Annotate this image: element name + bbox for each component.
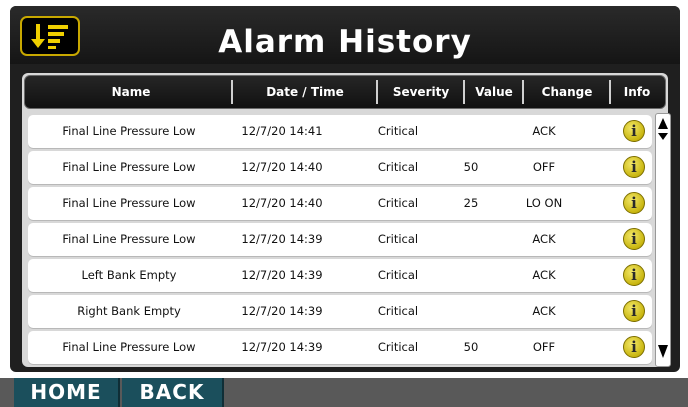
alarm-value: 50 <box>463 160 479 174</box>
sort-button[interactable] <box>20 16 80 56</box>
alarm-datetime: 12/7/20 14:39 <box>241 268 323 282</box>
table-row[interactable]: Final Line Pressure Low 12/7/20 14:39 Cr… <box>28 223 652 256</box>
alarm-change: ACK <box>532 124 556 138</box>
alarm-severity: Critical <box>377 160 419 174</box>
alarm-name: Final Line Pressure Low <box>62 124 196 138</box>
alarm-value: 25 <box>463 196 479 210</box>
column-header-name[interactable]: Name <box>29 76 233 108</box>
scroll-down-button[interactable] <box>657 340 669 362</box>
alarm-datetime: 12/7/20 14:40 <box>241 160 323 174</box>
alarm-change: ACK <box>532 268 556 282</box>
table-row[interactable]: Final Line Pressure Low 12/7/20 14:40 Cr… <box>28 187 652 220</box>
alarm-name: Right Bank Empty <box>77 304 181 318</box>
alarm-change: ACK <box>532 304 556 318</box>
sort-descending-icon <box>31 24 68 49</box>
info-icon[interactable]: i <box>623 336 645 358</box>
table-row[interactable]: Right Bank Empty 12/7/20 14:39 Critical … <box>28 295 652 328</box>
back-button[interactable]: BACK <box>122 378 224 407</box>
alarm-severity: Critical <box>377 232 419 246</box>
info-icon[interactable]: i <box>623 264 645 286</box>
info-icon[interactable]: i <box>623 300 645 322</box>
table-row[interactable]: Final Line Pressure Low 12/7/20 14:40 Cr… <box>28 151 652 184</box>
alarm-value <box>442 223 500 256</box>
alarm-severity: Critical <box>377 304 419 318</box>
table-row[interactable]: Final Line Pressure Low 12/7/20 14:41 Cr… <box>28 115 652 148</box>
column-header-change[interactable]: Change <box>524 76 610 108</box>
alarm-severity: Critical <box>377 340 419 354</box>
alarm-list[interactable]: Final Line Pressure Low 12/7/20 14:41 Cr… <box>28 113 652 369</box>
info-icon[interactable]: i <box>623 192 645 214</box>
alarm-datetime: 12/7/20 14:39 <box>241 232 323 246</box>
page-title: Alarm History <box>218 24 472 60</box>
alarm-change: OFF <box>532 340 556 354</box>
info-icon[interactable]: i <box>623 156 645 178</box>
column-header-value[interactable]: Value <box>465 76 523 108</box>
alarm-datetime: 12/7/20 14:40 <box>241 196 323 210</box>
column-header-datetime[interactable]: Date / Time <box>233 76 377 108</box>
scrollbar[interactable] <box>655 113 671 367</box>
alarm-datetime: 12/7/20 14:39 <box>241 304 323 318</box>
arrow-up-icon <box>658 118 668 140</box>
alarm-name: Final Line Pressure Low <box>62 340 196 354</box>
alarm-value <box>442 259 500 292</box>
alarm-severity: Critical <box>377 124 419 138</box>
alarm-severity: Critical <box>377 268 419 282</box>
table-row[interactable]: Left Bank Empty 12/7/20 14:39 Critical A… <box>28 259 652 292</box>
arrow-down-icon <box>658 345 668 358</box>
alarm-name: Final Line Pressure Low <box>62 232 196 246</box>
column-header-info: Info <box>623 85 651 99</box>
alarm-name: Left Bank Empty <box>81 268 177 282</box>
table-row[interactable]: Final Line Pressure Low 12/7/20 14:39 Cr… <box>28 331 652 364</box>
alarm-datetime: 12/7/20 14:39 <box>241 340 323 354</box>
alarm-change: LO ON <box>525 196 563 210</box>
alarm-name: Final Line Pressure Low <box>62 160 196 174</box>
alarm-datetime: 12/7/20 14:41 <box>241 124 323 138</box>
alarm-value: 50 <box>463 340 479 354</box>
table-header: Name Date / Time Severity Value Change I… <box>24 75 666 109</box>
info-icon[interactable]: i <box>623 120 645 142</box>
alarm-name: Final Line Pressure Low <box>62 196 196 210</box>
info-icon[interactable]: i <box>623 228 645 250</box>
scroll-up-button[interactable] <box>657 116 669 142</box>
alarm-severity: Critical <box>377 196 419 210</box>
column-header-severity[interactable]: Severity <box>378 76 464 108</box>
alarm-value <box>442 115 500 148</box>
alarm-change: ACK <box>532 232 556 246</box>
alarm-value <box>442 295 500 328</box>
home-button[interactable]: HOME <box>14 378 120 407</box>
alarm-change: OFF <box>532 160 556 174</box>
